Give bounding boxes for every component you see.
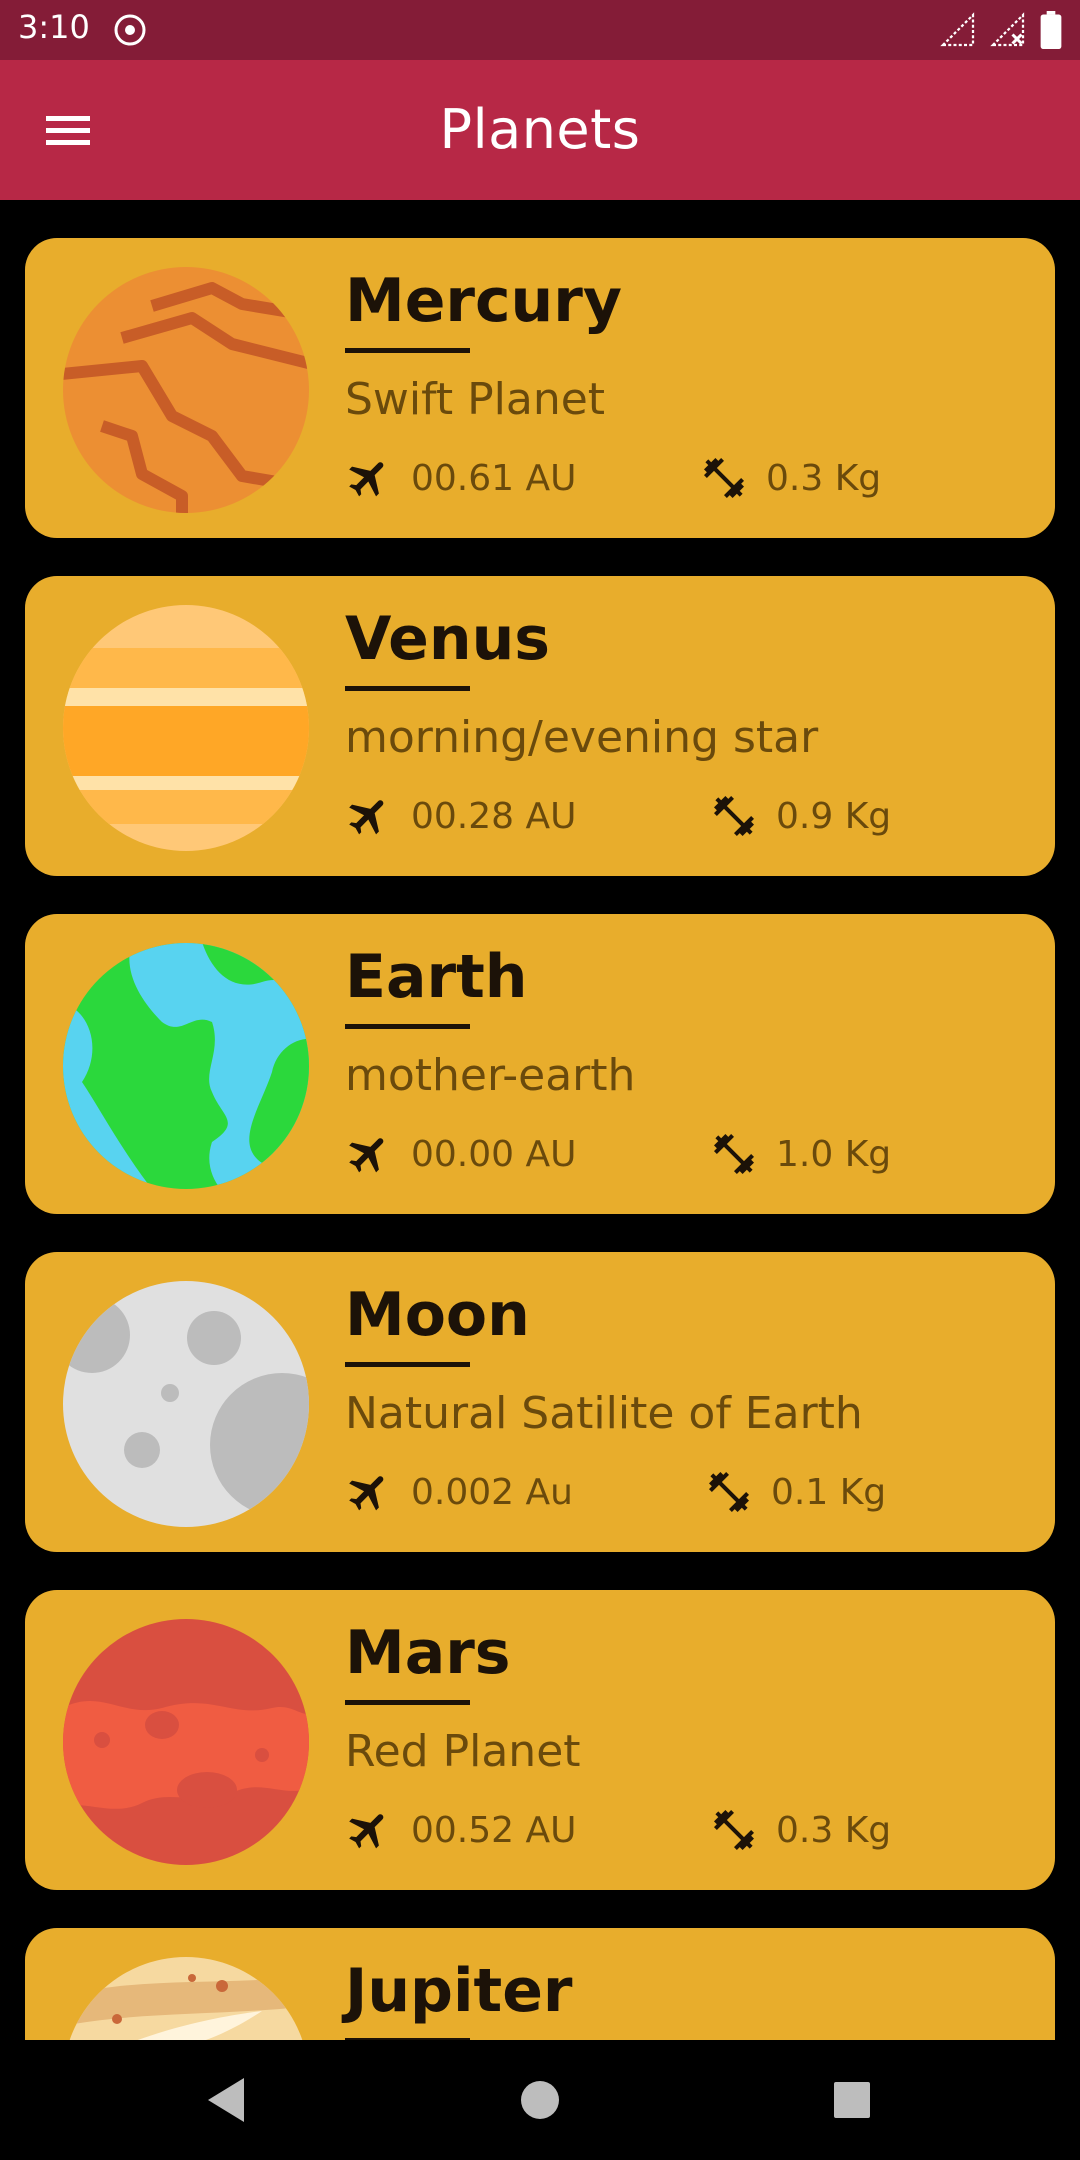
distance-value: 0.002 Au [411, 1471, 573, 1513]
planet-subtitle: Swift Planet [345, 374, 606, 425]
weight-value: 0.3 Kg [766, 457, 882, 499]
dumbbell-icon [710, 792, 758, 840]
weight-value: 0.3 Kg [776, 1809, 892, 1851]
distance-stat: 0.002 Au [345, 1464, 573, 1520]
planet-card-moon[interactable]: Moon Natural Satilite of Earth 0.002 Au … [25, 1252, 1055, 1552]
earth-planet-image [63, 943, 309, 1189]
distance-value: 00.61 AU [411, 457, 577, 499]
home-circle-icon[interactable] [510, 2070, 570, 2130]
airplane-icon [345, 1806, 393, 1854]
page-title: Planets [439, 98, 641, 161]
airplane-icon [345, 454, 393, 502]
moon-planet-image [63, 1281, 309, 1527]
notification-app-icon [114, 14, 146, 46]
planet-subtitle: morning/evening star [345, 712, 819, 763]
dumbbell-icon [700, 454, 748, 502]
distance-stat: 00.52 AU [345, 1802, 576, 1858]
planet-subtitle: Natural Satilite of Earth [345, 1388, 863, 1439]
airplane-icon [345, 792, 393, 840]
weight-stat: 1.0 Kg [710, 1126, 891, 1182]
name-underline [345, 686, 470, 691]
planet-card-mercury[interactable]: Mercury Swift Planet 00.61 AU 0.3 Kg [25, 238, 1055, 538]
planet-list[interactable]: Mercury Swift Planet 00.61 AU 0.3 Kg Ven… [0, 200, 1080, 2040]
distance-value: 00.28 AU [411, 795, 577, 837]
venus-planet-image [63, 605, 309, 851]
distance-stat: 00.28 AU [345, 788, 576, 844]
planet-name: Earth [345, 942, 528, 1012]
dumbbell-icon [710, 1806, 758, 1854]
planet-card-mars[interactable]: Mars Red Planet 00.52 AU 0.3 Kg [25, 1590, 1055, 1890]
recents-square-icon[interactable] [822, 2070, 882, 2130]
dumbbell-icon [710, 1130, 758, 1178]
back-triangle-icon[interactable] [196, 2070, 256, 2130]
name-underline [345, 348, 470, 353]
airplane-icon [345, 1130, 393, 1178]
navigation-bar [0, 2040, 1080, 2160]
planet-name: Jupiter [345, 1956, 573, 2026]
planet-subtitle: mother-earth [345, 1050, 636, 1101]
name-underline [345, 1362, 470, 1367]
weight-stat: 0.3 Kg [700, 450, 881, 506]
planet-name: Mars [345, 1618, 511, 1688]
planet-subtitle: Red Planet [345, 1726, 581, 1777]
battery-icon [1040, 11, 1062, 49]
planet-card-venus[interactable]: Venus morning/evening star 00.28 AU 0.9 … [25, 576, 1055, 876]
app-bar: Planets [0, 60, 1080, 200]
mars-planet-image [63, 1619, 309, 1865]
weight-stat: 0.1 Kg [705, 1464, 886, 1520]
dumbbell-icon [705, 1468, 753, 1516]
status-bar: 3:10 [0, 0, 1080, 60]
jupiter-planet-image [63, 1957, 309, 2040]
planet-card-earth[interactable]: Earth mother-earth 00.00 AU 1.0 Kg [25, 914, 1055, 1214]
wifi-off-icon [990, 12, 1025, 47]
planet-name: Venus [345, 604, 550, 674]
weight-value: 1.0 Kg [776, 1133, 892, 1175]
weight-stat: 0.3 Kg [710, 1802, 891, 1858]
weight-value: 0.9 Kg [776, 795, 892, 837]
mercury-planet-image [63, 267, 309, 513]
name-underline [345, 1024, 470, 1029]
planet-card-jupiter[interactable]: Jupiter [25, 1928, 1055, 2040]
name-underline [345, 1700, 470, 1705]
distance-value: 00.52 AU [411, 1809, 577, 1851]
planet-name: Mercury [345, 266, 622, 336]
weight-stat: 0.9 Kg [710, 788, 891, 844]
distance-stat: 00.00 AU [345, 1126, 576, 1182]
distance-value: 00.00 AU [411, 1133, 577, 1175]
status-icons [940, 10, 1062, 50]
signal-icon [940, 12, 975, 47]
planet-name: Moon [345, 1280, 530, 1350]
distance-stat: 00.61 AU [345, 450, 576, 506]
airplane-icon [345, 1468, 393, 1516]
status-time: 3:10 [18, 8, 90, 46]
weight-value: 0.1 Kg [771, 1471, 887, 1513]
